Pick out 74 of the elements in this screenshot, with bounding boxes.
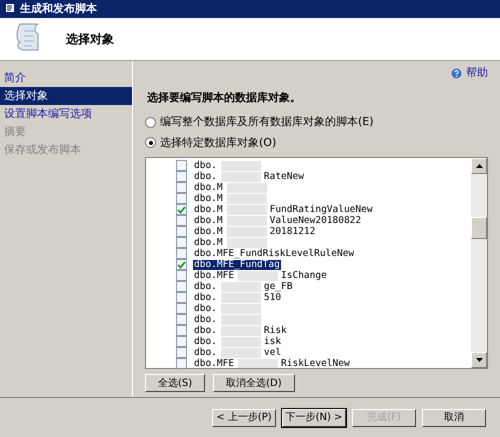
object-name[interactable]: IsChange: [281, 270, 327, 280]
sidebar-item[interactable]: 选择对象: [0, 87, 132, 105]
object-name[interactable]: dbo.: [193, 348, 218, 358]
checkbox[interactable]: [176, 303, 187, 314]
object-name[interactable]: dbo.: [193, 326, 218, 336]
checkbox[interactable]: [176, 281, 187, 292]
up-arrow-icon: [476, 164, 482, 168]
object-name[interactable]: dbo.: [193, 160, 218, 170]
select-button[interactable]: 取消全选(D): [213, 374, 295, 392]
checkbox[interactable]: [176, 259, 187, 270]
checkbox[interactable]: [176, 292, 187, 303]
object-name[interactable]: dbo.: [193, 172, 218, 182]
checkbox[interactable]: [176, 204, 187, 215]
object-name[interactable]: Risk: [264, 326, 287, 336]
checkbox[interactable]: [176, 215, 187, 226]
checkbox[interactable]: [176, 270, 187, 281]
object-name[interactable]: dbo.: [193, 304, 218, 314]
checkbox[interactable]: [176, 325, 187, 336]
radio-option[interactable]: 选择特定数据库对象(O): [145, 134, 488, 151]
object-name[interactable]: dbo.MFE: [193, 270, 236, 280]
checkbox[interactable]: [176, 347, 187, 358]
scroll-down-button[interactable]: [471, 352, 487, 368]
checkbox[interactable]: [176, 248, 187, 259]
object-name[interactable]: dbo.M: [193, 194, 224, 204]
help-link[interactable]: 帮助: [451, 65, 488, 82]
object-name[interactable]: dbo.: [193, 292, 218, 302]
checkbox[interactable]: [176, 182, 187, 193]
object-name[interactable]: dbo.MFE: [193, 358, 236, 368]
checkmark-icon: [177, 260, 186, 268]
wizard-button[interactable]: 下一步(N) >: [282, 408, 346, 426]
wizard-button[interactable]: < 上一步(P): [212, 408, 276, 426]
radio-option[interactable]: 编写整个数据库及所有数据库对象的脚本(E): [145, 114, 488, 130]
section-heading: 选择要编写脚本的数据库对象。: [147, 90, 302, 106]
object-name[interactable]: dbo.M: [193, 182, 224, 192]
select-button[interactable]: 全选(S): [145, 374, 206, 392]
object-name[interactable]: 510: [264, 292, 282, 302]
object-name[interactable]: dbo.: [193, 282, 218, 292]
checkbox[interactable]: [176, 160, 187, 171]
object-name[interactable]: RateNew: [264, 172, 304, 182]
object-name[interactable]: dbo.M: [193, 226, 224, 236]
wizard-button[interactable]: 取消: [422, 408, 486, 426]
object-name[interactable]: dbo.M: [193, 238, 224, 248]
checkbox[interactable]: [176, 226, 187, 237]
checkbox[interactable]: [176, 336, 187, 347]
object-name[interactable]: dbo.M: [193, 204, 224, 214]
object-name[interactable]: dbo.MFE_FundRiskLevelRuleNew: [193, 248, 356, 258]
object-name[interactable]: dbo.MFE_FundTag: [193, 260, 281, 270]
sidebar-item[interactable]: 简介: [0, 69, 132, 87]
checkbox[interactable]: [176, 193, 187, 204]
checkbox[interactable]: [176, 171, 187, 182]
radio-button[interactable]: [145, 137, 156, 148]
object-name[interactable]: ge_FB: [264, 282, 292, 292]
object-name[interactable]: dbo.: [193, 314, 218, 324]
down-arrow-icon: [476, 358, 482, 362]
checkmark-icon: [177, 206, 186, 214]
checkbox[interactable]: [176, 358, 187, 368]
radio-button[interactable]: [145, 116, 156, 128]
help-icon: [451, 68, 462, 79]
checkbox[interactable]: [176, 314, 187, 325]
object-name[interactable]: FundRatingValueNew: [270, 204, 373, 214]
object-name[interactable]: RiskLevelNew: [281, 358, 350, 368]
sidebar-item[interactable]: 设置脚本编写选项: [0, 105, 132, 123]
scroll-thumb[interactable]: [471, 217, 487, 239]
object-name[interactable]: vel: [264, 348, 282, 358]
object-name[interactable]: 20181212: [270, 226, 316, 236]
page-title: 选择对象: [66, 31, 114, 48]
object-name[interactable]: dbo.: [193, 336, 218, 346]
object-name[interactable]: isk: [264, 336, 282, 346]
scrollbar[interactable]: [471, 158, 487, 368]
scroll-up-button[interactable]: [471, 158, 487, 174]
object-name[interactable]: dbo.M: [193, 216, 224, 226]
window-title: 生成和发布脚本: [20, 0, 97, 17]
checkbox[interactable]: [176, 237, 187, 248]
object-name[interactable]: ValueNew20180822: [270, 216, 362, 226]
